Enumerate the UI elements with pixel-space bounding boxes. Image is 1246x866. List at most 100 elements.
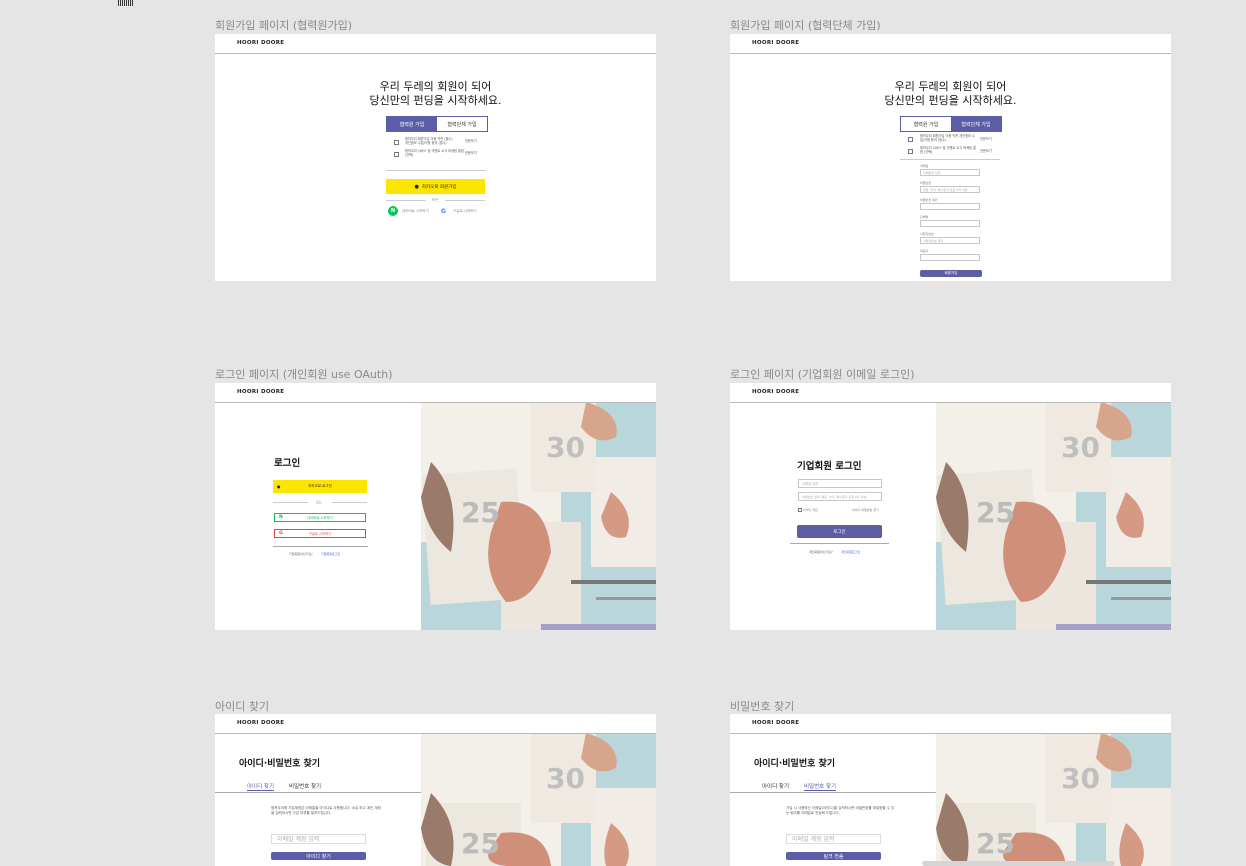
field-label-business-number: 사업자번호 [920, 232, 934, 236]
naver-icon: N [279, 515, 283, 520]
frame-label-find-password[interactable]: 비밀번호 찾기 [730, 698, 794, 714]
agree-checkbox-1[interactable] [394, 140, 399, 145]
horizontal-scrollbar[interactable] [922, 861, 1115, 866]
kakao-signup-button[interactable]: ● 카카오로 회원가입 [386, 179, 485, 194]
hero-photo: 30 25 [936, 402, 1171, 630]
send-link-button[interactable]: 링크 전송 [786, 852, 881, 860]
field-label-email: 이메일 [920, 164, 929, 168]
chat-bubble-icon: ● [277, 484, 281, 489]
corp-login-link[interactable]: 기업회원로그인 [321, 552, 340, 556]
agree-link-2[interactable]: 전문보기 [980, 149, 992, 153]
naver-icon[interactable]: N [388, 206, 398, 216]
email-field[interactable]: 이메일을 입력 [920, 169, 980, 176]
business-number-field[interactable]: 사업자번호 입력 [920, 237, 980, 244]
frame-signup-org[interactable]: HOORI DOORE 우리 두레의 회원이 되어 당신만의 펀딩을 시작하세요… [730, 34, 1171, 281]
signup-submit-button[interactable]: 회원가입 [920, 270, 982, 277]
naver-signup-link[interactable]: 네이버로 시작하기 [402, 209, 429, 214]
personal-question: 개인회원이신가요? [809, 550, 833, 554]
password-confirm-field[interactable] [920, 203, 980, 210]
org-name-field[interactable] [920, 220, 980, 227]
logo[interactable]: HOORI DOORE [237, 40, 284, 46]
tab-org-signup[interactable]: 협력단체 가입 [951, 117, 1001, 131]
photo-number-30: 30 [546, 762, 585, 795]
agree-link-2[interactable]: 전문보기 [465, 151, 477, 155]
leaves-photo-image: 30 25 [936, 733, 1171, 866]
agree-checkbox-1[interactable] [908, 137, 913, 142]
divider [386, 170, 486, 171]
divider-left [273, 502, 308, 503]
password-field[interactable]: 영문, 숫자, 특수문자 포함 8자 이상 [920, 186, 980, 193]
tab-find-id[interactable]: 아이디 찾기 [762, 782, 789, 790]
tab-divider [215, 792, 421, 793]
frame-find-id[interactable]: HOORI DOORE 아이디·비밀번호 찾기 아이디 찾기 비밀번호 찾기 뭉… [215, 714, 656, 866]
frame-login-corp[interactable]: HOORI DOORE 기업회원 로그인 이메일 입력 비밀번호 입력 (영문,… [730, 383, 1171, 630]
photo-number-25: 25 [461, 496, 500, 529]
hero-photo: 30 25 [421, 402, 656, 630]
photo-number-30: 30 [1061, 431, 1100, 464]
logo[interactable]: HOORI DOORE [752, 389, 799, 395]
kakao-login-button[interactable]: ● 카카오로 로그인 [273, 480, 367, 493]
signup-tabs: 협력원 가입 협력단체 가입 [900, 116, 1002, 132]
remember-checkbox[interactable] [798, 508, 802, 512]
agree-text-1: 뭉쳐우리 회원가입 이용 약관 개인정보 수집/이용 동의 (필수) [920, 134, 975, 142]
find-email-input[interactable]: 이메일 계정 입력 [786, 834, 881, 844]
frame-signup-member[interactable]: HOORI DOORE 우리 두레의 회원이 되어 당신만의 펀딩을 시작하세요… [215, 34, 656, 281]
frame-label-signup-member[interactable]: 회원가입 페이지 (협력원가입) [215, 17, 352, 33]
or-text: 또는 [316, 500, 322, 504]
hero-photo: 30 25 [421, 733, 656, 866]
tab-org-signup[interactable]: 협력단체 가입 [437, 117, 487, 131]
tab-member-signup[interactable]: 협력원 가입 [901, 117, 951, 131]
or-text: 또는 [432, 198, 439, 202]
frame-tool-icon[interactable] [118, 0, 137, 6]
divider [790, 543, 889, 544]
agree-checkbox-2[interactable] [394, 152, 399, 157]
photo-number-30: 30 [546, 431, 585, 464]
frame-label-login-corp[interactable]: 로그인 페이지 (기업회원 이메일 로그인) [730, 366, 915, 382]
divider-right [445, 200, 485, 201]
frame-label-signup-org[interactable]: 회원가입 페이지 (협력단체 가입) [730, 17, 881, 33]
headline-line2: 당신만의 펀딩을 시작하세요. [369, 94, 502, 107]
tab-find-password[interactable]: 비밀번호 찾기 [289, 782, 321, 790]
header: HOORI DOORE [730, 714, 1171, 734]
corp-password-field[interactable]: 비밀번호 입력 (영문, 숫자, 특수문자 포함 8자 이상) [798, 492, 882, 501]
agree-text-1: 뭉쳐우리 회원가입 이용 약관 (필수) 개인정보 수집/이용 동의 (필수) [405, 137, 453, 145]
photo-number-30: 30 [1061, 762, 1100, 795]
logo[interactable]: HOORI DOORE [237, 389, 284, 395]
hero-photo: 30 25 [936, 733, 1171, 866]
google-signup-link[interactable]: 구글로 시작하기 [453, 209, 477, 214]
logo[interactable]: HOORI DOORE [752, 40, 799, 46]
divider [273, 546, 368, 547]
corp-login-title: 기업회원 로그인 [797, 461, 862, 472]
tab-find-id[interactable]: 아이디 찾기 [247, 782, 275, 791]
divider-right [332, 502, 367, 503]
representative-field[interactable] [920, 254, 980, 261]
frame-label-login-personal[interactable]: 로그인 페이지 (개인회원 use OAuth) [215, 366, 393, 382]
frame-label-find-id[interactable]: 아이디 찾기 [215, 698, 269, 714]
tab-member-signup[interactable]: 협력원 가입 [387, 117, 437, 131]
find-email-input[interactable]: 이메일 계정 입력 [271, 834, 366, 844]
agree-checkbox-2[interactable] [908, 149, 913, 154]
leaves-photo-image: 30 25 [421, 402, 656, 630]
remember-label: 아이디 저장 [803, 508, 818, 512]
agree-link-1[interactable]: 전문보기 [465, 139, 477, 143]
leaves-photo-image: 30 25 [421, 733, 656, 866]
find-id-password-link[interactable]: 아이디·비밀번호 찾기 [852, 508, 879, 512]
tab-find-password[interactable]: 비밀번호 찾기 [804, 782, 837, 791]
frame-login-personal[interactable]: HOORI DOORE 로그인 ● 카카오로 로그인 또는 N 네이버로 시작하… [215, 383, 656, 630]
google-icon[interactable]: G [441, 208, 446, 215]
frame-find-password[interactable]: HOORI DOORE 아이디·비밀번호 찾기 아이디 찾기 비밀번호 찾기 가… [730, 714, 1171, 866]
tab-divider [730, 792, 936, 793]
agree-link-1[interactable]: 전문보기 [980, 137, 992, 141]
personal-login-link[interactable]: 개인회원로그인 [841, 550, 860, 554]
google-login-button[interactable]: G 구글로 시작하기 [274, 529, 366, 538]
corp-email-field[interactable]: 이메일 입력 [798, 479, 882, 488]
headline-line2: 당신만의 펀딩을 시작하세요. [884, 94, 1017, 107]
logo[interactable]: HOORI DOORE [237, 720, 284, 726]
find-id-button[interactable]: 아이디 찾기 [271, 852, 366, 860]
signup-tabs: 협력원 가입 협력단체 가입 [386, 116, 488, 132]
photo-number-25: 25 [461, 827, 500, 860]
naver-login-button[interactable]: N 네이버로 시작하기 [274, 513, 366, 522]
logo[interactable]: HOORI DOORE [752, 720, 799, 726]
corp-login-button[interactable]: 로그인 [797, 525, 882, 538]
find-title: 아이디·비밀번호 찾기 [754, 759, 836, 769]
